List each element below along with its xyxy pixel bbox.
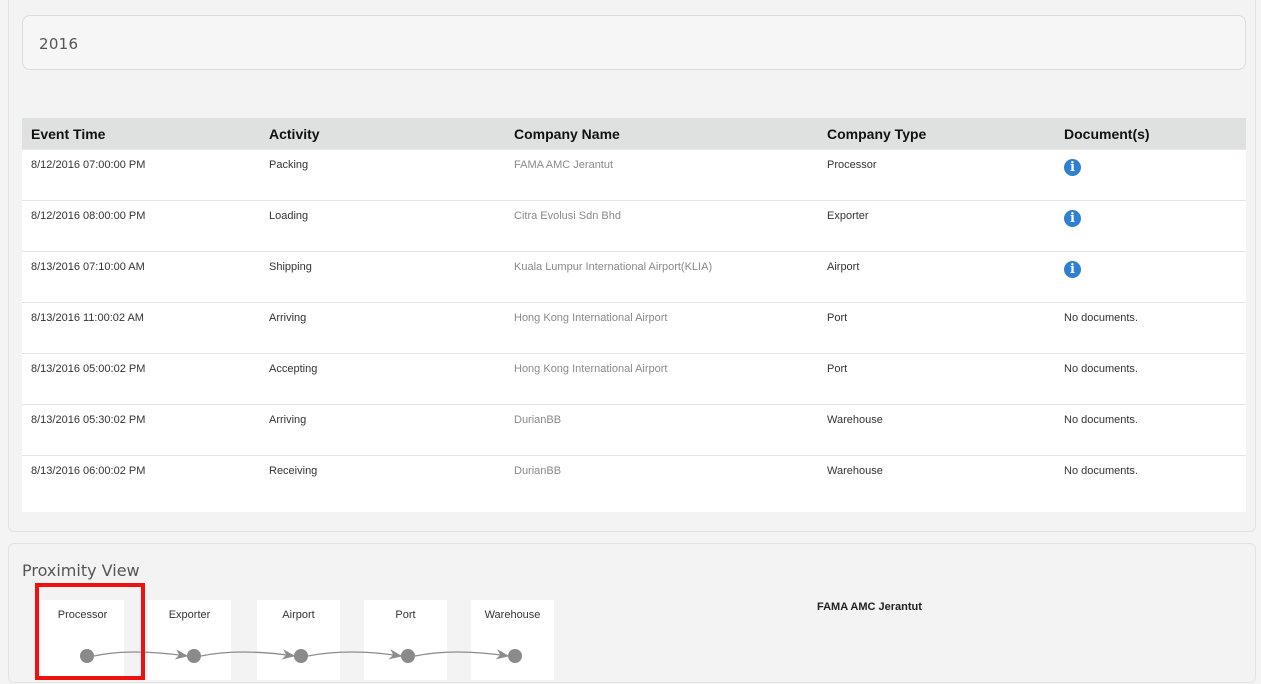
node-exporter[interactable]: Exporter — [148, 600, 231, 680]
activity-cell: Receiving — [269, 465, 318, 477]
documents-cell: i — [1055, 251, 1246, 303]
event-time-cell: 8/13/2016 06:00:02 PM — [31, 465, 146, 477]
year-field[interactable]: 2016 — [22, 15, 1246, 70]
node-label: Exporter — [168, 609, 211, 621]
company-type-cell: Warehouse — [818, 404, 1055, 456]
company-name-cell: DurianBB — [514, 465, 562, 477]
event-time-cell: 8/13/2016 05:00:02 PM — [22, 353, 260, 405]
selected-company-name: FAMA AMC Jerantut — [817, 601, 922, 613]
activity-cell: Shipping — [260, 251, 505, 303]
documents-cell: i — [1055, 149, 1246, 201]
event-time-cell: 8/12/2016 07:00:00 PM — [22, 149, 260, 201]
node-port[interactable]: Port — [364, 600, 447, 680]
node-label: Warehouse — [484, 609, 541, 621]
activity-cell: Loading — [260, 200, 505, 252]
table-header-row: Event Time Activity Company Name Company… — [22, 118, 1246, 150]
node-warehouse[interactable]: Warehouse — [471, 600, 554, 680]
company-type-cell: Airport — [818, 251, 1055, 303]
selected-node-highlight — [35, 583, 145, 680]
node-airport[interactable]: Airport — [257, 600, 340, 680]
company-type-cell: Processor — [818, 149, 1055, 201]
header-activity[interactable]: Activity — [260, 118, 505, 150]
documents-cell: No documents. — [1055, 353, 1246, 405]
event-time-cell: 8/12/2016 08:00:00 PM — [22, 200, 260, 252]
events-table: Event Time Activity Company Name Company… — [22, 118, 1246, 512]
table-row[interactable]: 8/13/2016 06:00:02 PM Receiving DurianBB Wa… — [22, 456, 1246, 512]
company-name-cell: Kuala Lumpur International Airport(KLIA) — [505, 251, 818, 303]
table-row[interactable]: 8/13/2016 11:00:02 AM Arriving Hong Kong I… — [22, 302, 1246, 354]
year-value: 2016 — [39, 35, 79, 53]
info-icon[interactable]: i — [1064, 159, 1081, 176]
table-row[interactable]: 8/12/2016 07:00:00 PM Packing FAMA AMC Jer… — [22, 149, 1246, 201]
event-time-cell: 8/13/2016 11:00:02 AM — [22, 302, 260, 354]
documents-cell: No documents. — [1055, 302, 1246, 354]
documents-cell: i — [1055, 200, 1246, 252]
company-type-cell: Warehouse — [827, 465, 883, 477]
activity-cell: Packing — [260, 149, 505, 201]
proximity-view-title: Proximity View — [22, 561, 140, 580]
event-history-panel: 2016 Event Time Activity Company Name Co… — [8, 0, 1256, 532]
company-name-cell: Hong Kong International Airport — [505, 353, 818, 405]
header-event-time[interactable]: Event Time — [22, 118, 260, 150]
table-row[interactable]: 8/13/2016 05:30:02 PM Arriving DurianBB War… — [22, 404, 1246, 456]
documents-cell: No documents. — [1055, 404, 1246, 456]
table-row[interactable]: 8/13/2016 05:00:02 PM Accepting Hong Kong … — [22, 353, 1246, 405]
event-time-cell: 8/13/2016 07:10:00 AM — [22, 251, 260, 303]
company-type-cell: Port — [818, 353, 1055, 405]
node-label: Port — [395, 609, 416, 621]
table-row[interactable]: 8/13/2016 07:10:00 AM Shipping Kuala Lumpu… — [22, 251, 1246, 303]
activity-cell: Arriving — [260, 404, 505, 456]
info-icon[interactable]: i — [1064, 210, 1081, 227]
company-type-cell: Exporter — [818, 200, 1055, 252]
node-label: Airport — [282, 609, 315, 621]
company-name-cell: Citra Evolusi Sdn Bhd — [505, 200, 818, 252]
activity-cell: Accepting — [260, 353, 505, 405]
table-row[interactable]: 8/12/2016 08:00:00 PM Loading Citra Evolus… — [22, 200, 1246, 252]
header-company-name[interactable]: Company Name — [505, 118, 818, 150]
proximity-view-panel: Proximity View Processor Exporter Airpor… — [8, 543, 1256, 683]
activity-cell: Arriving — [260, 302, 505, 354]
company-type-cell: Port — [818, 302, 1055, 354]
company-name-cell: DurianBB — [505, 404, 818, 456]
event-time-cell: 8/13/2016 05:30:02 PM — [22, 404, 260, 456]
header-company-type[interactable]: Company Type — [818, 118, 1055, 150]
company-name-cell: Hong Kong International Airport — [505, 302, 818, 354]
documents-cell: No documents. — [1064, 465, 1138, 477]
info-icon[interactable]: i — [1064, 261, 1081, 278]
header-documents[interactable]: Document(s) — [1055, 118, 1246, 150]
company-name-cell: FAMA AMC Jerantut — [505, 149, 818, 201]
